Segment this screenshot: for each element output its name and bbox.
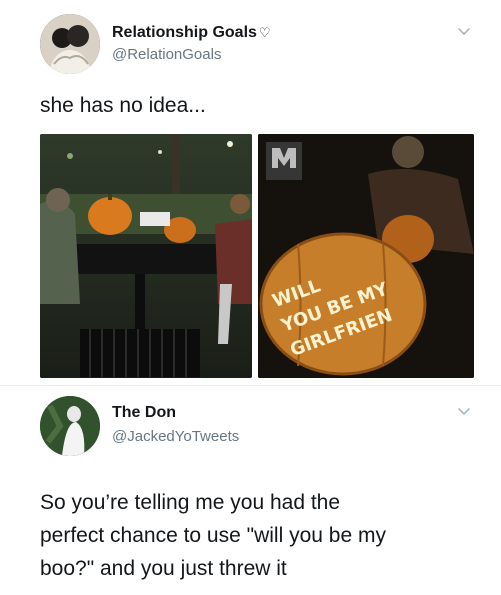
tweet-text-line-1: So you’re telling me you had the [40,491,341,514]
heart-emoji-icon: ♡ [258,25,271,40]
handle[interactable]: @JackedYoTweets [112,428,239,445]
avatar[interactable] [40,14,100,74]
handle[interactable]: @RelationGoals [112,46,221,63]
tweet-relationship-goals: Relationship Goals ♡ @RelationGoals she h… [0,0,501,385]
tweet-text-line-3: boo?" and you just threw it [40,557,287,580]
pumpkin-carving-photo[interactable] [40,134,252,378]
tweet-text-line-2: perfect chance to use "will you be my [40,524,386,547]
tweet-text: she has no idea... [40,94,206,117]
avatar-photo [40,14,100,74]
chevron-down-icon[interactable] [457,404,471,418]
pumpkin-message-photo[interactable]: WILL YOU BE MY GIRLFRIEN [258,134,474,378]
display-name[interactable]: Relationship Goals ♡ [112,24,271,42]
display-name[interactable]: The Don [112,404,176,422]
tweet-text: So you’re telling me you had the perfect… [40,486,470,585]
display-name-text: Relationship Goals [112,24,257,41]
avatar[interactable] [40,396,100,456]
avatar-photo [40,396,100,456]
chevron-down-icon[interactable] [457,24,471,38]
